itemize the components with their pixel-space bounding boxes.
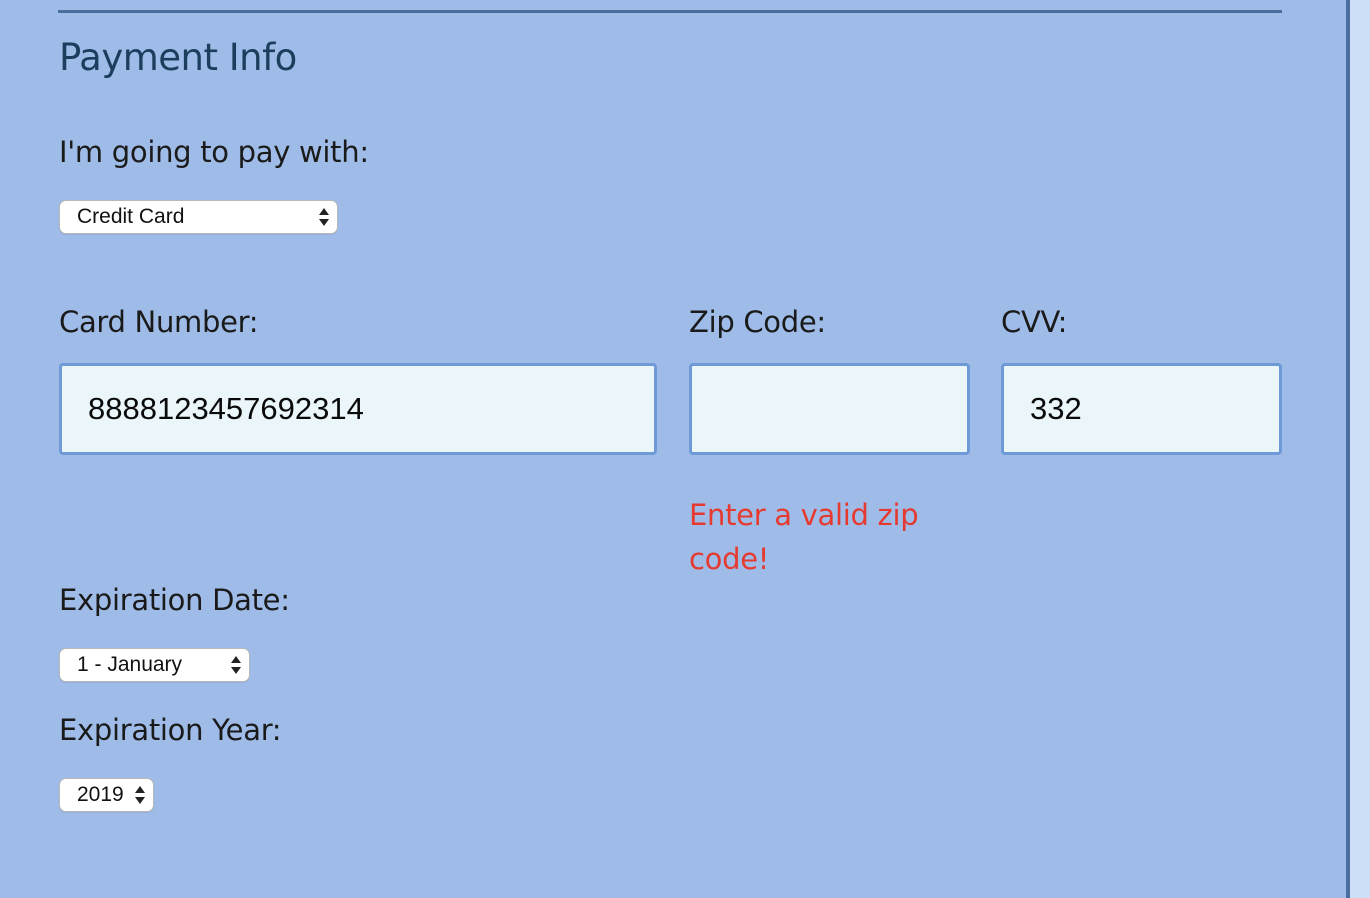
select-arrows-icon — [319, 207, 329, 229]
card-number-label: Card Number: — [59, 305, 259, 339]
expiration-year-value: 2019 — [77, 783, 124, 806]
cvv-input[interactable]: 332 — [1001, 363, 1282, 455]
expiration-year-select[interactable]: 2019 — [59, 778, 154, 812]
select-arrows-icon — [231, 655, 241, 677]
zip-error-message: Enter a valid zip code! — [689, 498, 919, 576]
page-edge — [1346, 0, 1370, 898]
expiration-month-value: 1 - January — [77, 653, 183, 676]
expiration-month-select[interactable]: 1 - January — [59, 648, 250, 682]
cvv-label: CVV: — [1001, 305, 1068, 339]
expiration-date-label: Expiration Date: — [59, 583, 290, 617]
section-divider — [58, 10, 1282, 13]
payment-method-select[interactable]: Credit Card — [59, 200, 338, 234]
zip-code-label: Zip Code: — [689, 305, 826, 339]
zip-code-input[interactable] — [689, 363, 970, 455]
select-arrows-icon — [135, 785, 145, 807]
payment-method-value: Credit Card — [77, 205, 185, 228]
payment-method-label: I'm going to pay with: — [59, 135, 369, 169]
section-title: Payment Info — [59, 36, 297, 79]
expiration-year-label: Expiration Year: — [59, 713, 282, 747]
card-number-input[interactable]: 8888123457692314 — [59, 363, 657, 455]
